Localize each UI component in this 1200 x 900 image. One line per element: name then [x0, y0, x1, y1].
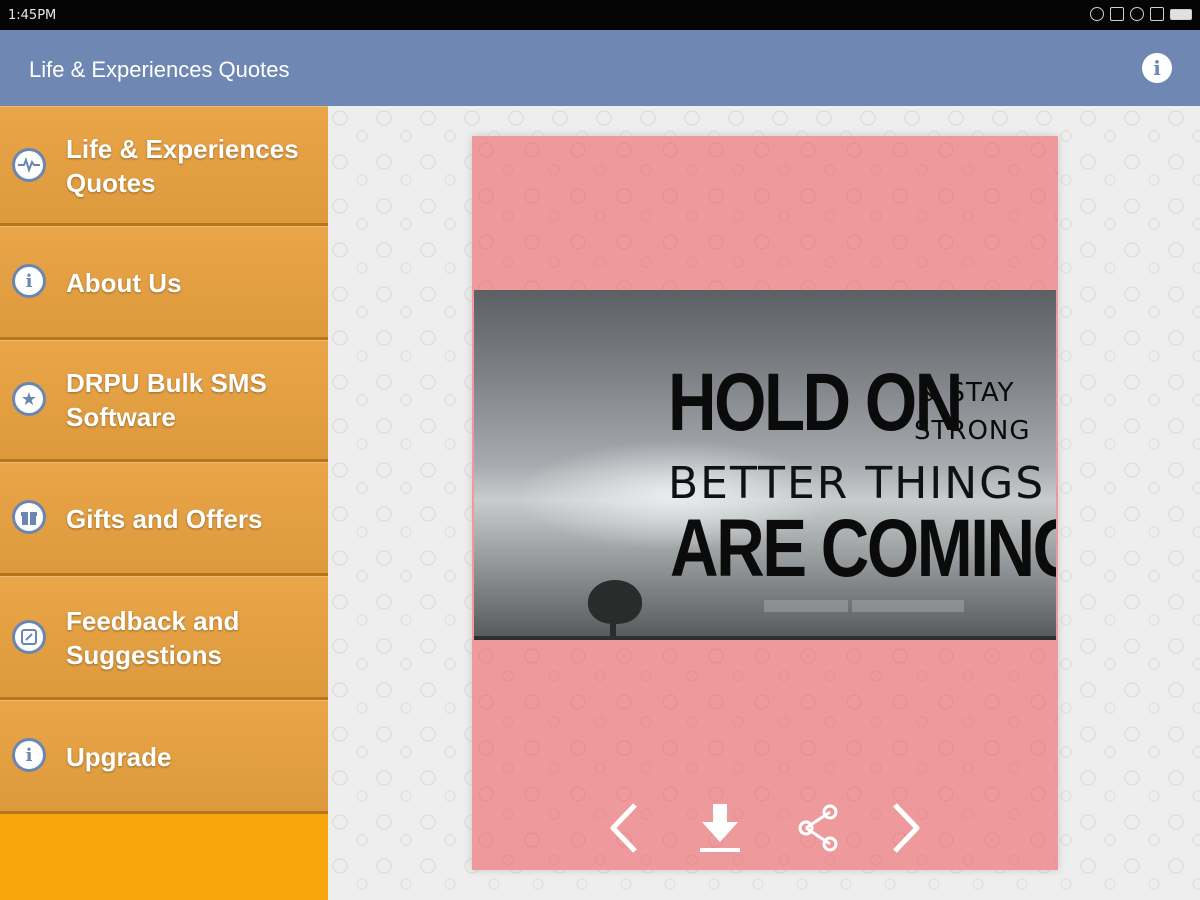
star-icon: ★ — [12, 382, 46, 416]
quote-line-are-coming: ARE COMING — [670, 503, 1056, 594]
gift-icon — [12, 500, 46, 534]
share-icon[interactable] — [790, 796, 846, 860]
lock-icon — [1150, 7, 1164, 21]
quote-line-better-things: BETTER THINGS — [668, 458, 1046, 509]
battery-icon — [1170, 8, 1192, 20]
drawer-item-label: Upgrade — [66, 742, 172, 772]
tree-silhouette — [582, 580, 642, 636]
navigation-drawer: Life & Experiences Quotes i About Us ★ D… — [0, 106, 328, 900]
feedback-icon — [12, 620, 46, 654]
watermark-strip — [764, 600, 848, 612]
drawer-item-label: Gifts and Offers — [66, 504, 263, 534]
info-icon[interactable]: i — [1142, 53, 1172, 83]
app-title: Life & Experiences Quotes — [29, 57, 290, 82]
content-area: HOLD ON & STAY STRONG BETTER THINGS ARE … — [328, 106, 1200, 900]
drawer-item-label: Feedback and Suggestions — [66, 606, 240, 670]
quote-image: HOLD ON & STAY STRONG BETTER THINGS ARE … — [474, 290, 1056, 640]
quote-line-stay: & STAY — [918, 378, 1015, 408]
previous-icon[interactable] — [596, 796, 652, 860]
status-icons — [1090, 7, 1192, 21]
drawer-item-feedback[interactable]: Feedback and Suggestions — [0, 576, 328, 700]
quote-card: HOLD ON & STAY STRONG BETTER THINGS ARE … — [472, 136, 1058, 870]
quote-line-strong: STRONG — [914, 416, 1031, 446]
status-bar: 1:45PM — [0, 0, 1200, 30]
horizon-line — [474, 636, 1056, 640]
drawer-item-upgrade[interactable]: i Upgrade — [0, 700, 328, 814]
status-time: 1:45PM — [8, 8, 57, 23]
drawer-item-gifts-offers[interactable]: Gifts and Offers — [0, 462, 328, 576]
wifi-off-icon — [1130, 7, 1144, 21]
drawer-item-label: DRPU Bulk SMS Software — [66, 368, 267, 432]
alarm-icon — [1090, 7, 1104, 21]
drawer-item-label: Life & Experiences Quotes — [66, 134, 299, 198]
drawer-item-drpu-bulk-sms[interactable]: ★ DRPU Bulk SMS Software — [0, 340, 328, 462]
bluetooth-icon — [1110, 7, 1124, 21]
download-icon[interactable] — [692, 796, 748, 860]
pulse-icon — [12, 148, 46, 182]
info-icon: i — [12, 264, 46, 298]
card-controls — [472, 796, 1058, 860]
drawer-item-life-quotes[interactable]: Life & Experiences Quotes — [0, 106, 328, 226]
drawer-item-about-us[interactable]: i About Us — [0, 226, 328, 340]
info-icon: i — [12, 738, 46, 772]
action-bar: Life & Experiences Quotes i — [0, 30, 1200, 106]
drawer-item-label: About Us — [66, 268, 182, 298]
watermark-strip — [852, 600, 964, 612]
next-icon[interactable] — [878, 796, 934, 860]
